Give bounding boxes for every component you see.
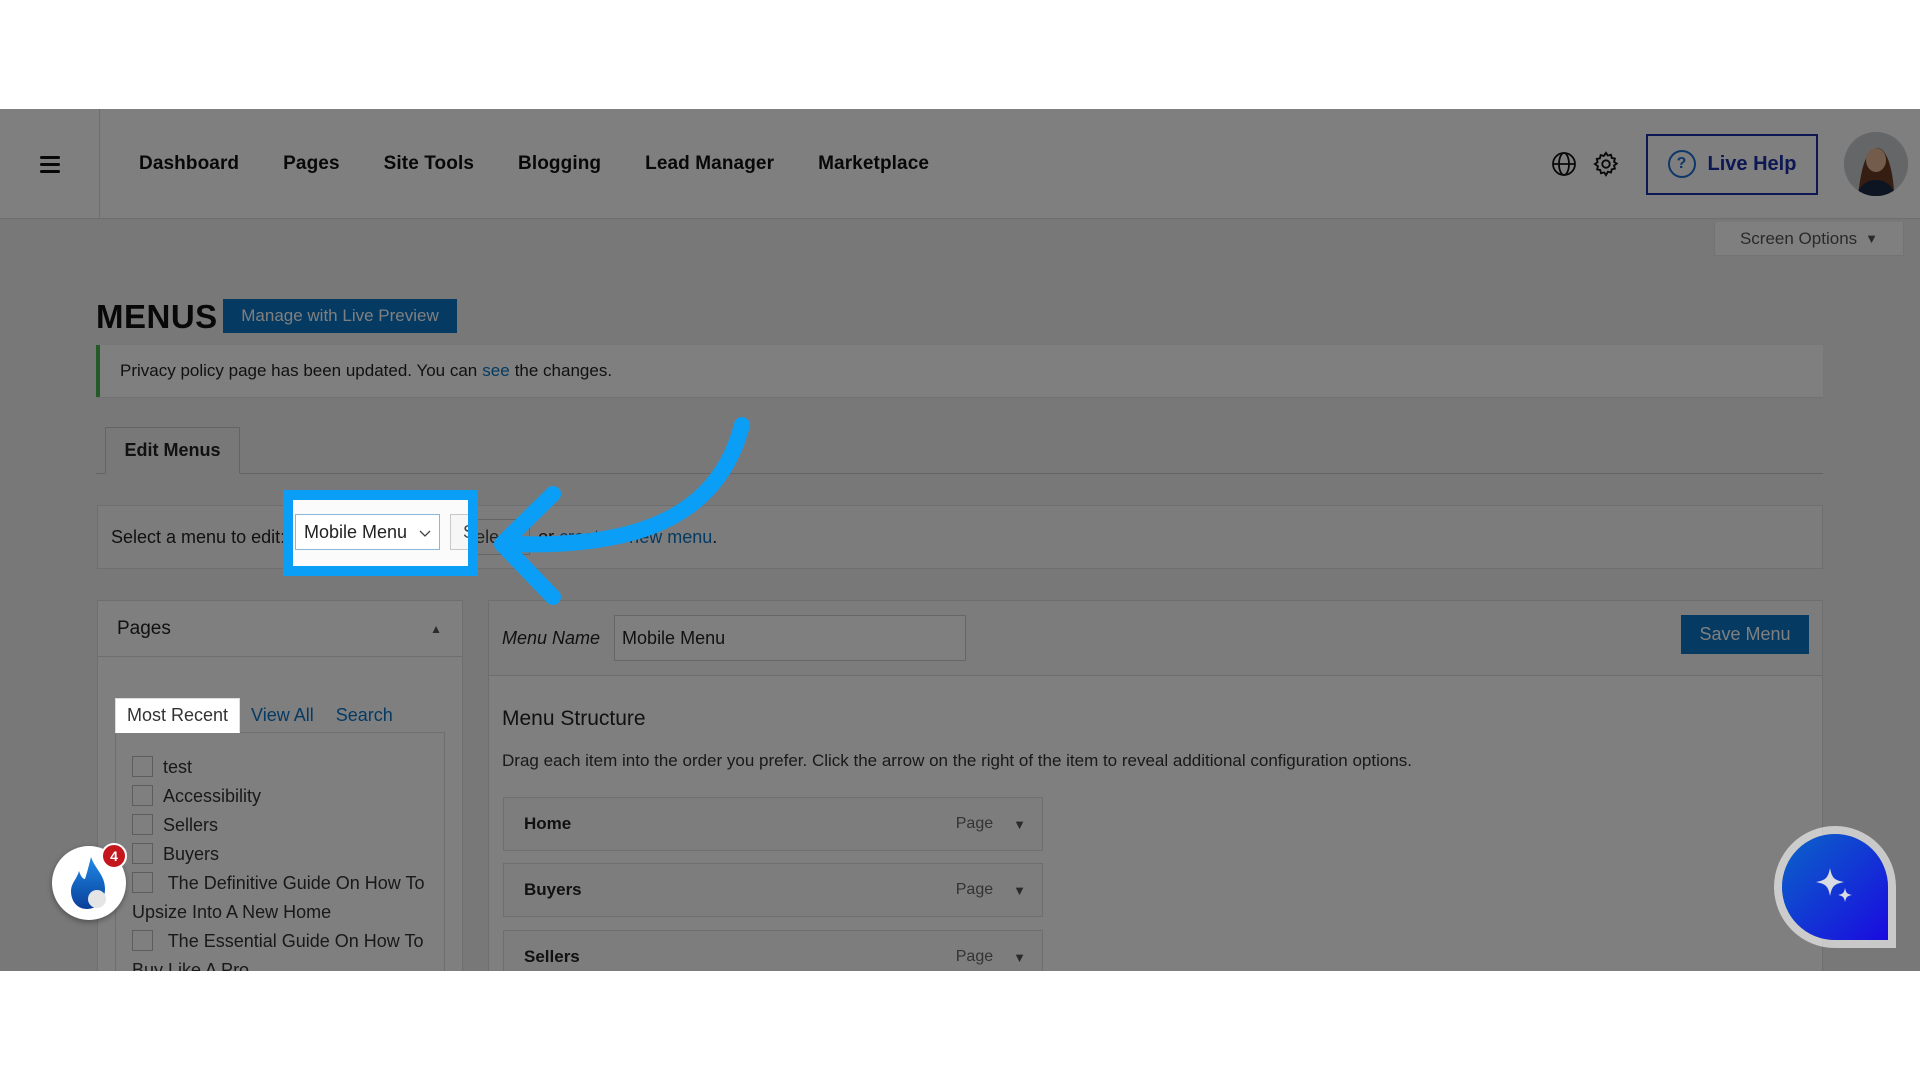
tabs-divider (96, 473, 1823, 474)
pages-panel: Pages ▲ Most Recent View All Search test… (97, 600, 463, 971)
nav-blogging[interactable]: Blogging (518, 153, 601, 175)
app-window: Dashboard Pages Site Tools Blogging Lead… (0, 109, 1920, 971)
page-title: MENUS (96, 298, 218, 335)
header-actions: ? Live Help (1550, 109, 1920, 219)
menu-select-value: Mobile Menu (304, 521, 408, 542)
privacy-notice: Privacy policy page has been updated. Yo… (96, 345, 1823, 397)
menu-select-dropdown-highlighted[interactable]: Mobile Menu (295, 514, 440, 550)
expand-arrow-icon[interactable]: ▼ (1013, 883, 1026, 898)
nav-site-tools[interactable]: Site Tools (384, 153, 474, 175)
collapse-arrow-icon[interactable]: ▲ (430, 622, 442, 636)
pages-panel-title: Pages (117, 617, 171, 639)
pages-list: test Accessibility Sellers Buyers The De… (115, 732, 445, 971)
menu-item-title: Home (524, 814, 572, 833)
nav-lead-manager[interactable]: Lead Manager (645, 153, 774, 175)
checkbox[interactable] (132, 843, 153, 864)
tab-edit-menus[interactable]: Edit Menus (105, 427, 240, 474)
menu-item-type: Page (955, 948, 994, 965)
create-menu-text: or create a new menu. (538, 527, 717, 548)
menu-item[interactable]: Sellers Page ▼ (503, 930, 1043, 971)
checkbox[interactable] (132, 756, 153, 777)
page-item[interactable]: test (132, 753, 428, 782)
menu-name-input[interactable]: Mobile Menu (614, 615, 967, 661)
checkbox[interactable] (132, 785, 153, 806)
spotlight-highlight: Mobile Menu Select (283, 490, 478, 576)
checkbox[interactable] (132, 872, 153, 893)
notice-text-after: the changes. (514, 361, 613, 380)
chevron-down-icon (419, 522, 431, 543)
menu-name-row: Menu Name Mobile Menu (489, 601, 1822, 676)
tab-view-all[interactable]: View All (240, 698, 325, 733)
page-item-label: The Definitive Guide On How To Upsize In… (132, 873, 425, 922)
nav-pages[interactable]: Pages (283, 153, 339, 175)
page-item-label: Sellers (163, 815, 219, 835)
main-nav: Dashboard Pages Site Tools Blogging Lead… (139, 109, 929, 219)
globe-icon[interactable] (1550, 150, 1578, 178)
checkbox[interactable] (132, 930, 153, 951)
create-suffix: . (712, 526, 718, 547)
save-menu-button[interactable]: Save Menu (1681, 615, 1809, 654)
screen-options-label: Screen Options (1739, 228, 1858, 248)
question-icon: ? (1667, 150, 1696, 178)
menu-item-type: Page (955, 815, 994, 832)
menu-icon (39, 155, 60, 173)
page-item[interactable]: Sellers (132, 811, 428, 840)
expand-arrow-icon[interactable]: ▼ (1013, 817, 1026, 832)
menu-structure-title: Menu Structure (502, 707, 646, 730)
menu-editor-panel: Menu Name Mobile Menu Save Menu Menu Str… (488, 600, 1823, 971)
gear-icon[interactable] (1592, 150, 1620, 178)
notification-badge: 4 (101, 843, 127, 869)
menu-item-title: Buyers (524, 880, 582, 899)
live-help-button[interactable]: ? Live Help (1646, 133, 1818, 195)
caret-down-icon: ▼ (1865, 231, 1879, 246)
menu-item-type: Page (955, 881, 994, 898)
menu-item-title: Sellers (524, 947, 580, 966)
page-item[interactable]: Accessibility (132, 782, 428, 811)
nav-dashboard[interactable]: Dashboard (139, 153, 239, 175)
notice-see-link[interactable]: see (482, 361, 509, 381)
page-item-label: The Essential Guide On How To Buy Like A… (132, 931, 424, 971)
screen-options-toggle[interactable]: Screen Options ▼ (1714, 222, 1904, 256)
top-header: Dashboard Pages Site Tools Blogging Lead… (0, 109, 1920, 219)
ai-assistant-button[interactable] (1782, 834, 1888, 940)
menu-item[interactable]: Buyers Page ▼ (503, 863, 1043, 917)
create-prefix: or (538, 526, 555, 547)
select-menu-button-highlighted[interactable]: Select (450, 514, 468, 550)
pages-panel-header[interactable]: Pages ▲ (98, 601, 462, 657)
menu-toggle-button[interactable] (0, 109, 100, 219)
page-item-label: test (163, 757, 193, 777)
page-item-label: Accessibility (163, 786, 262, 806)
manage-live-preview-button[interactable]: Manage with Live Preview (223, 299, 457, 333)
sparkle-icon (1816, 868, 1852, 902)
page-item-label: Buyers (163, 844, 220, 864)
user-avatar[interactable] (1844, 132, 1908, 196)
menu-name-label: Menu Name (502, 627, 601, 648)
nav-marketplace[interactable]: Marketplace (818, 153, 929, 175)
checkbox[interactable] (132, 814, 153, 835)
notice-text-before: Privacy policy page has been updated. Yo… (120, 361, 478, 380)
create-new-menu-link[interactable]: create a new menu (559, 527, 712, 547)
page-item[interactable]: Buyers (132, 840, 428, 869)
menu-item[interactable]: Home Page ▼ (503, 797, 1043, 851)
live-help-label: Live Help (1707, 152, 1797, 175)
page-item[interactable]: The Definitive Guide On How To Upsize In… (132, 869, 428, 927)
page-item[interactable]: The Essential Guide On How To Buy Like A… (132, 927, 428, 971)
tab-most-recent[interactable]: Most Recent (115, 698, 241, 733)
select-menu-label: Select a menu to edit: (111, 526, 286, 547)
tab-search[interactable]: Search (325, 698, 404, 733)
menu-structure-description: Drag each item into the order you prefer… (502, 751, 1412, 770)
pages-tabs: Most Recent View All Search (115, 698, 404, 733)
expand-arrow-icon[interactable]: ▼ (1013, 950, 1026, 965)
